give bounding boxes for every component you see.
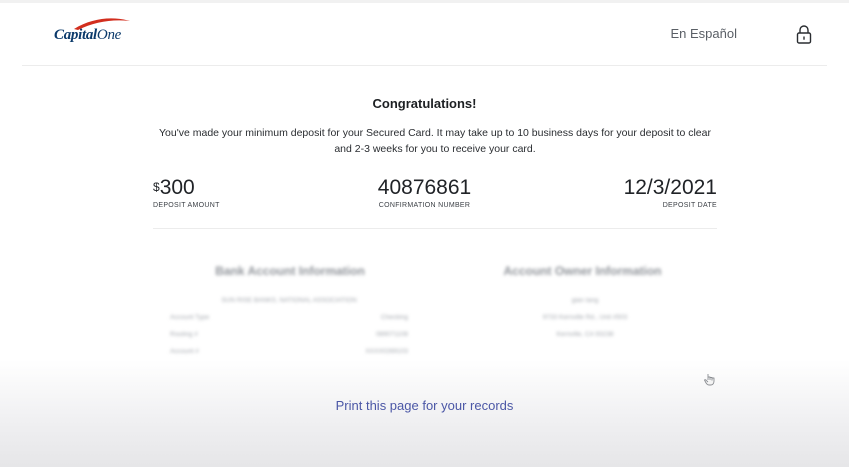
hand-cursor-icon (704, 374, 715, 386)
bank-row-label: Account # (170, 348, 199, 355)
print-page-link[interactable]: Print this page for your records (0, 398, 849, 413)
confirmation-message: You've made your minimum deposit for you… (159, 127, 711, 155)
bank-info-list: SUN RISE BANKS, NATIONAL ASSOCIATION Acc… (170, 292, 408, 360)
owner-line: 9733 Kernville Rd., Unit #503 (542, 314, 628, 321)
logo-wordmark: CapitalOne (54, 27, 121, 44)
page-title: Congratulations! (372, 96, 477, 111)
bank-row: Routing # 089071108 (170, 326, 408, 343)
owner-line: Kernville, CA 93238 (556, 331, 614, 338)
bank-row-label: Account Type (170, 314, 210, 321)
bank-row-value: Checking (380, 314, 408, 321)
section-divider (153, 228, 717, 229)
lock-icon[interactable] (795, 24, 813, 46)
confirmation-number-value: 40876861 (377, 176, 472, 199)
bank-row-value: 089071108 (375, 331, 408, 338)
deposit-date-value: 12/3/2021 (623, 176, 717, 199)
bank-row: Account # XXXX0269103 (170, 343, 408, 360)
bank-row-value: XXXX0269103 (365, 348, 408, 355)
owner-info-heading: Account Owner Information (503, 264, 662, 278)
owner-info-list: gian tang 9733 Kernville Rd., Unit #503 … (485, 292, 685, 343)
logo-text-capital: Capital (54, 27, 97, 43)
deposit-date-label: DEPOSIT DATE (662, 202, 717, 209)
confirmation-number: 40876861 CONFIRMATION NUMBER (0, 176, 849, 209)
bank-info-heading: Bank Account Information (215, 264, 365, 278)
bank-name-row: SUN RISE BANKS, NATIONAL ASSOCIATION (170, 292, 408, 309)
capital-one-logo[interactable]: CapitalOne (54, 17, 134, 47)
bank-name: SUN RISE BANKS, NATIONAL ASSOCIATION (221, 297, 357, 304)
bank-row: Account Type Checking (170, 309, 408, 326)
deposit-date: 12/3/2021 DEPOSIT DATE (624, 176, 717, 209)
logo-text-one: One (96, 27, 122, 43)
bank-row-label: Routing # (170, 331, 198, 338)
owner-line: gian tang (571, 297, 599, 304)
confirmation-number-label: CONFIRMATION NUMBER (378, 202, 471, 209)
site-header: CapitalOne En Español (22, 3, 827, 66)
language-link[interactable]: En Español (671, 26, 738, 41)
